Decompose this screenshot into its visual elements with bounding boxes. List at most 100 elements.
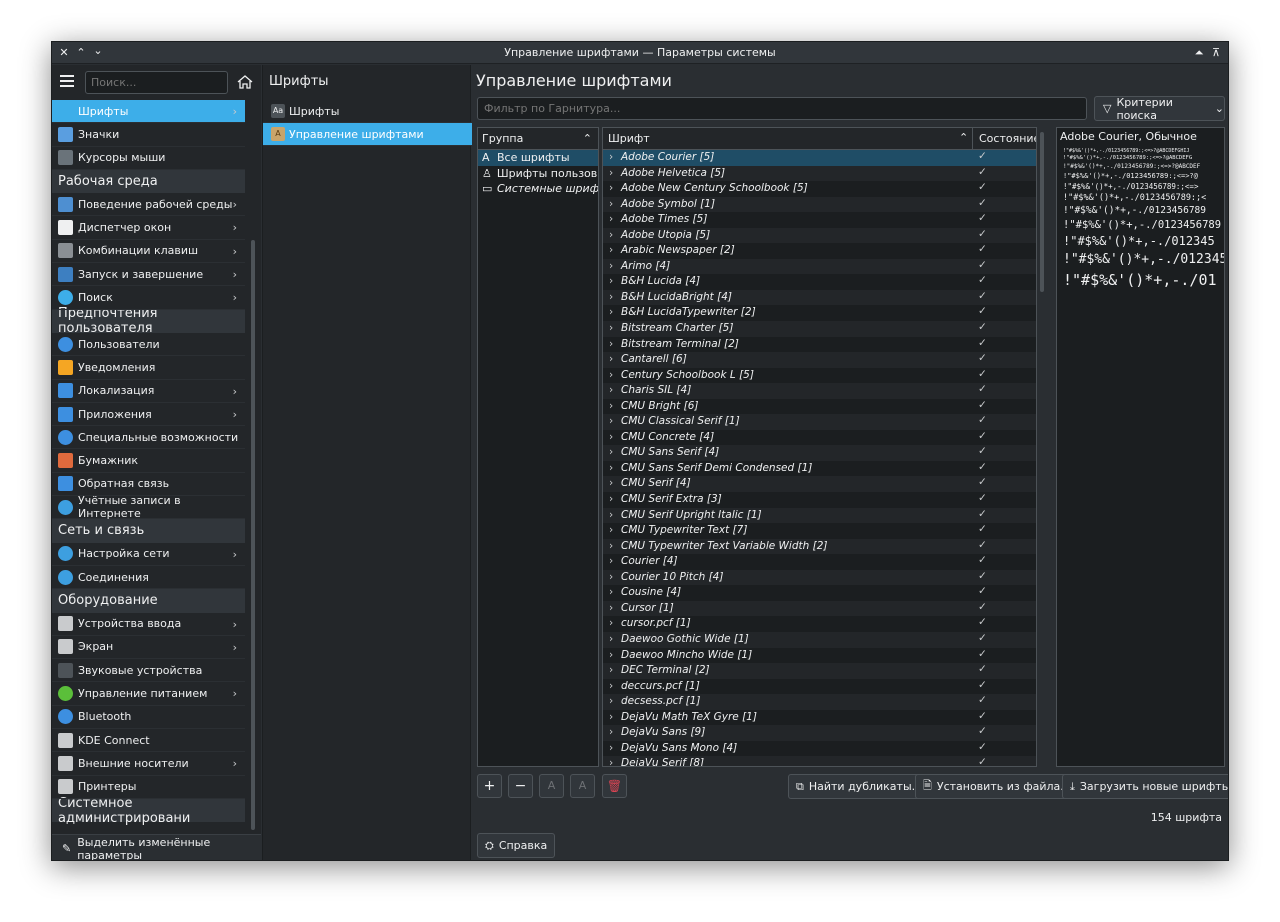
add-group-button[interactable]: + — [477, 774, 502, 798]
subcategory-item-fonts[interactable]: Aa Шрифты — [263, 100, 472, 123]
subcategory-item-font-management[interactable]: A Управление шрифтами — [263, 123, 472, 146]
sidebar-item[interactable]: Настройка сети › — [52, 543, 245, 566]
find-duplicates-button[interactable]: ⧉ Найти дубликаты... — [788, 774, 931, 799]
table-row[interactable]: › DejaVu Serif [8] ✓ — [603, 756, 1036, 766]
keep-above-icon[interactable]: ⏶ — [1192, 45, 1206, 61]
table-row[interactable]: › CMU Typewriter Text [7] ✓ — [603, 523, 1036, 539]
table-row[interactable]: › Century Schoolbook L [5] ✓ — [603, 368, 1036, 384]
table-row[interactable]: › DejaVu Math TeX Gyre [1] ✓ — [603, 710, 1036, 726]
highlight-changed-button[interactable]: ✎ Выделить изменённые параметры — [52, 834, 261, 860]
table-row[interactable]: › Bitstream Terminal [2] ✓ — [603, 337, 1036, 353]
group-item-user[interactable]: ♙ Шрифты пользов... — [478, 166, 598, 182]
table-row[interactable]: › Daewoo Gothic Wide [1] ✓ — [603, 631, 1036, 648]
table-row[interactable]: › Arabic Newspaper [2] ✓ — [603, 243, 1036, 259]
filter-input[interactable] — [477, 97, 1087, 120]
enable-font-button[interactable]: A — [539, 774, 564, 798]
status-column-header[interactable]: Состояние — [979, 132, 1036, 145]
table-row[interactable]: › B&H LucidaTypewriter [2] ✓ — [603, 305, 1036, 321]
expand-icon[interactable]: › — [609, 477, 613, 489]
sidebar-item[interactable]: Запуск и завершение › — [52, 263, 245, 287]
table-row[interactable]: › Bitstream Charter [5] ✓ — [603, 321, 1036, 337]
table-row[interactable]: › CMU Serif [4] ✓ — [603, 476, 1036, 493]
expand-icon[interactable]: › — [609, 695, 613, 707]
expand-icon[interactable]: › — [609, 446, 613, 458]
table-row[interactable]: › Courier 10 Pitch [4] ✓ — [603, 569, 1036, 586]
table-row[interactable]: › CMU Sans Serif Demi Condensed [1] ✓ — [603, 461, 1036, 477]
table-row[interactable]: › decsess.pcf [1] ✓ — [603, 694, 1036, 710]
table-row[interactable]: › DEC Terminal [2] ✓ — [603, 663, 1036, 679]
table-row[interactable]: › DejaVu Sans Mono [4] ✓ — [603, 741, 1036, 757]
expand-icon[interactable]: › — [609, 524, 613, 536]
expand-icon[interactable]: › — [609, 509, 613, 521]
expand-icon[interactable]: › — [609, 711, 613, 723]
table-row[interactable]: › CMU Concrete [4] ✓ — [603, 430, 1036, 446]
expand-icon[interactable]: › — [609, 322, 613, 334]
home-icon[interactable] — [237, 75, 253, 89]
table-row[interactable]: › B&H Lucida [4] ✓ — [603, 274, 1036, 290]
search-input[interactable] — [85, 71, 228, 94]
sidebar-item[interactable]: Bluetooth — [52, 706, 245, 730]
table-row[interactable]: › Adobe New Century Schoolbook [5] ✓ — [603, 181, 1036, 197]
table-row[interactable]: › Daewoo Mincho Wide [1] ✓ — [603, 648, 1036, 664]
expand-icon[interactable]: › — [609, 384, 613, 396]
expand-icon[interactable]: › — [609, 182, 613, 194]
expand-icon[interactable]: › — [609, 167, 613, 179]
expand-icon[interactable]: › — [609, 649, 613, 661]
table-row[interactable]: › Arimo [4] ✓ — [603, 258, 1036, 275]
expand-icon[interactable]: › — [609, 213, 613, 225]
get-new-fonts-button[interactable]: ⤓ Загрузить новые шрифты... — [1062, 774, 1228, 799]
table-row[interactable]: › Adobe Helvetica [5] ✓ — [603, 165, 1036, 182]
table-row[interactable]: › CMU Sans Serif [4] ✓ — [603, 445, 1036, 461]
expand-icon[interactable]: › — [609, 400, 613, 412]
expand-icon[interactable]: › — [609, 306, 613, 318]
sidebar-item[interactable]: Пользователи — [52, 333, 245, 357]
table-row[interactable]: › CMU Classical Serif [1] ✓ — [603, 414, 1036, 430]
table-row[interactable]: › DejaVu Sans [9] ✓ — [603, 725, 1036, 741]
expand-icon[interactable]: › — [609, 493, 613, 505]
sidebar-item[interactable]: Принтеры — [52, 776, 245, 799]
sidebar-item[interactable]: Курсоры мыши — [52, 147, 245, 170]
maximize-icon[interactable]: ⊼ — [1209, 45, 1223, 61]
table-row[interactable]: › Courier [4] ✓ — [603, 554, 1036, 570]
sidebar-item[interactable]: Локализация › — [52, 380, 245, 403]
sidebar-item[interactable]: Поиск › — [52, 286, 245, 310]
expand-icon[interactable]: › — [609, 462, 613, 474]
hamburger-menu-icon[interactable] — [60, 75, 74, 87]
expand-icon[interactable]: › — [609, 617, 613, 629]
expand-icon[interactable]: › — [609, 555, 613, 567]
sidebar-item[interactable]: Внешние носители › — [52, 752, 245, 776]
group-header[interactable]: Группа ⌃ — [478, 128, 598, 150]
sidebar-scrollbar[interactable] — [251, 240, 255, 830]
expand-icon[interactable]: › — [609, 431, 613, 443]
sidebar-item[interactable]: Бумажник — [52, 449, 245, 473]
sidebar-item[interactable]: Уведомления — [52, 356, 245, 380]
sidebar-item[interactable]: Учётные записи в Интернете — [52, 494, 245, 520]
expand-icon[interactable]: › — [609, 260, 613, 272]
table-row[interactable]: › B&H LucidaBright [4] ✓ — [603, 289, 1036, 306]
sidebar-item[interactable]: Обратная связь — [52, 473, 245, 497]
expand-icon[interactable]: › — [609, 571, 613, 583]
sidebar-item[interactable]: Значки — [52, 123, 245, 147]
expand-icon[interactable]: › — [609, 680, 613, 692]
expand-icon[interactable]: › — [609, 757, 613, 766]
sidebar-item[interactable]: Управление питанием › — [52, 682, 245, 706]
table-row[interactable]: › deccurs.pcf [1] ✓ — [603, 679, 1036, 695]
disable-font-button[interactable]: A — [570, 774, 595, 798]
table-row[interactable]: › Cantarell [6] ✓ — [603, 352, 1036, 368]
expand-icon[interactable]: › — [609, 275, 613, 287]
sidebar-item[interactable]: Комбинации клавиш › — [52, 240, 245, 264]
expand-icon[interactable]: › — [609, 726, 613, 738]
expand-icon[interactable]: › — [609, 244, 613, 256]
table-row[interactable]: › CMU Bright [6] ✓ — [603, 399, 1036, 415]
expand-icon[interactable]: › — [609, 151, 613, 163]
help-button[interactable]: ⛭ Справка — [477, 833, 556, 858]
table-row[interactable]: › Charis SIL [4] ✓ — [603, 383, 1036, 399]
font-column-header[interactable]: Шрифт — [608, 132, 650, 145]
table-row[interactable]: › Cousine [4] ✓ — [603, 585, 1036, 601]
expand-icon[interactable]: › — [609, 664, 613, 676]
sidebar-item[interactable]: KDE Connect — [52, 729, 245, 753]
table-row[interactable]: › CMU Typewriter Text Variable Width [2] ✓ — [603, 538, 1036, 555]
table-row[interactable]: › Adobe Times [5] ✓ — [603, 212, 1036, 228]
table-row[interactable]: › Cursor [1] ✓ — [603, 600, 1036, 617]
table-row[interactable]: › Adobe Symbol [1] ✓ — [603, 196, 1036, 213]
